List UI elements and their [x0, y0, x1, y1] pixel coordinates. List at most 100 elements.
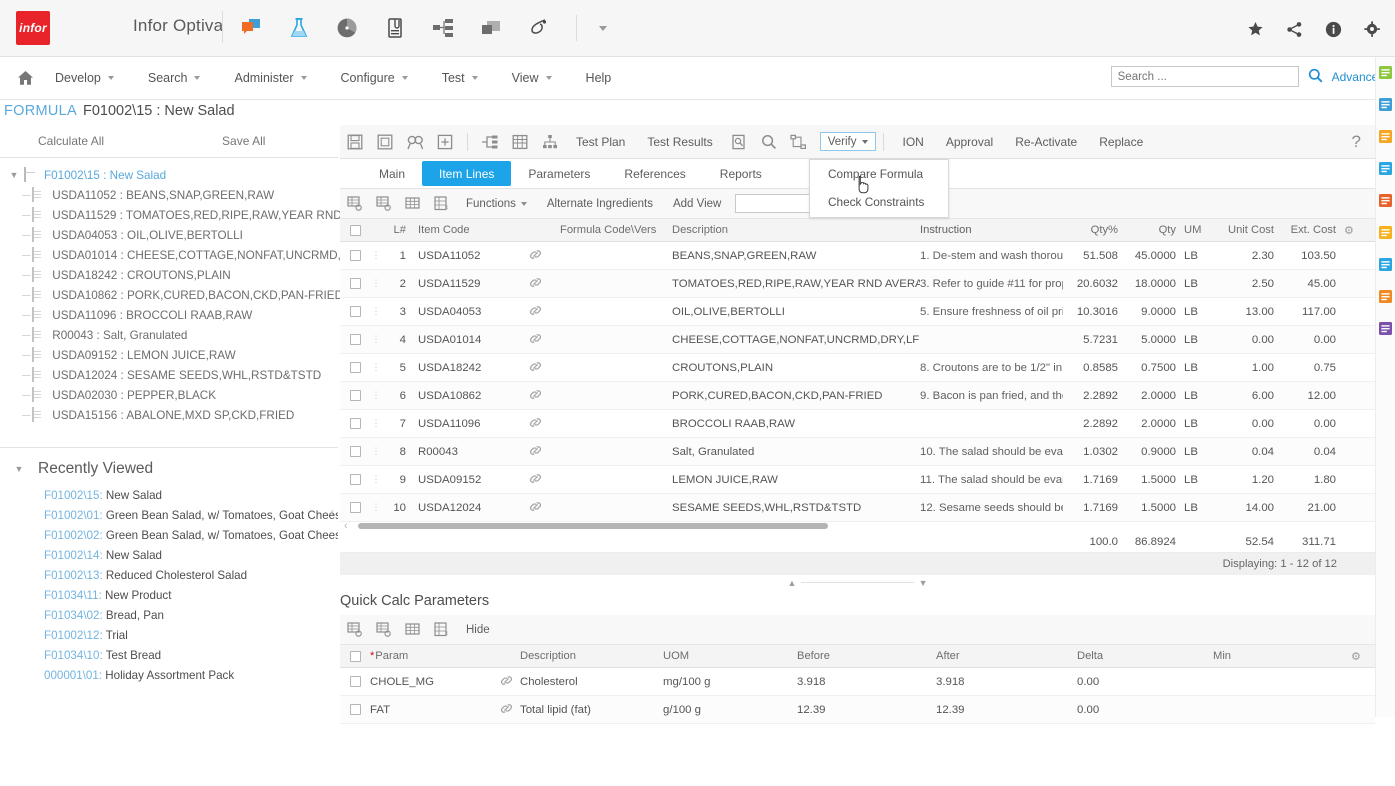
link-icon[interactable] [510, 444, 560, 460]
table-row[interactable]: ⋮ 5 USDA18242 CROUTONS,PLAIN 8. Croutons are… [340, 354, 1375, 382]
save-as-icon[interactable] [370, 125, 400, 159]
tree-item[interactable]: ─ USDA09152 : LEMON JUICE,RAW [0, 345, 338, 365]
select-all-checkbox[interactable] [349, 224, 361, 236]
row-menu-icon[interactable]: ⋮ [370, 362, 382, 373]
test-results-button[interactable]: Test Results [636, 125, 723, 159]
row-menu-icon[interactable]: ⋮ [370, 306, 382, 317]
search-icon[interactable] [754, 125, 784, 159]
recently-viewed-header[interactable]: ▼ Recently Viewed [0, 447, 338, 489]
notes-icon[interactable] [1378, 161, 1393, 176]
row-checkbox-cell[interactable] [340, 418, 370, 429]
row-checkbox[interactable] [349, 446, 361, 457]
qc-column-header-delta[interactable]: Delta [1077, 650, 1213, 662]
row-checkbox-cell[interactable] [340, 278, 370, 289]
tree-item[interactable]: ─ USDA01014 : CHEESE,COTTAGE,NONFAT,UNCRM… [0, 245, 349, 265]
add-param-icon[interactable] [340, 615, 369, 645]
table-row[interactable]: ⋮ 6 USDA10862 PORK,CURED,BACON,CKD,PAN-FRIE… [340, 382, 1375, 410]
link-icon[interactable] [510, 276, 560, 292]
column-header-unit-cost[interactable]: Unit Cost [1212, 224, 1274, 236]
column-header-item-code[interactable]: Item Code [412, 224, 510, 236]
menu-item-search[interactable]: Search [131, 57, 218, 100]
infor-logo[interactable]: infor [16, 11, 50, 45]
recently-viewed-item[interactable]: F01002\15: New Salad [44, 489, 338, 509]
messages-icon[interactable] [238, 15, 264, 41]
home-icon[interactable] [12, 70, 38, 86]
new-version-icon[interactable] [430, 125, 460, 159]
link-icon[interactable] [510, 332, 560, 348]
tree-item[interactable]: ─ USDA12024 : SESAME SEEDS,WHL,RSTD&TSTD [0, 365, 338, 385]
row-checkbox[interactable] [349, 418, 361, 429]
panel-splitter[interactable]: ▲ ▼ [340, 575, 1375, 591]
row-checkbox-cell[interactable] [340, 306, 370, 317]
help-icon[interactable]: ? [1352, 132, 1361, 152]
add-row-icon[interactable] [340, 189, 369, 219]
menu-item-test[interactable]: Test [425, 57, 495, 100]
chevron-up-icon[interactable]: ▲ [788, 578, 797, 588]
row-checkbox-cell[interactable] [340, 502, 370, 513]
link-icon[interactable] [510, 248, 560, 264]
splitter-handle[interactable]: ▲ ▼ [788, 577, 928, 588]
delete-param-icon[interactable] [398, 615, 427, 645]
column-header-qty-percent[interactable]: Qty% [1063, 224, 1118, 236]
column-header-line-number[interactable]: L# [382, 224, 412, 236]
row-checkbox-cell[interactable] [340, 362, 370, 373]
row-menu-icon[interactable]: ⋮ [370, 418, 382, 429]
table-row[interactable]: ⋮ 1 USDA11052 BEANS,SNAP,GREEN,RAW 1. De-ste… [340, 242, 1375, 270]
row-checkbox[interactable] [349, 250, 361, 261]
replace-button[interactable]: Replace [1088, 125, 1154, 159]
recently-viewed-item[interactable]: F01002\13: Reduced Cholesterol Salad [44, 569, 338, 589]
qc-column-header-param[interactable]: *Param [370, 650, 492, 662]
column-header-instruction[interactable]: Instruction [920, 224, 1063, 236]
qc-settings-icon[interactable]: ⚙ [1343, 650, 1369, 663]
library-icon[interactable] [1378, 65, 1393, 80]
info-icon[interactable] [1324, 20, 1342, 38]
row-menu-icon[interactable]: ⋮ [370, 474, 382, 485]
row-menu-icon[interactable]: ⋮ [370, 446, 382, 457]
row-menu-icon[interactable]: ⋮ [370, 502, 382, 513]
menu-item-help[interactable]: Help [569, 57, 629, 100]
test-plan-button[interactable]: Test Plan [565, 125, 636, 159]
calculate-all-button[interactable]: Calculate All [38, 134, 104, 148]
menu-item-develop[interactable]: Develop [38, 57, 131, 100]
workflow-icon[interactable] [784, 125, 814, 159]
row-checkbox-cell[interactable] [340, 334, 370, 345]
favorite-icon[interactable] [1378, 225, 1393, 240]
quick-calc-row[interactable]: FAT Total lipid (fat) g/100 g 12.39 12.39 0.0… [340, 696, 1375, 724]
structure-icon[interactable] [535, 125, 565, 159]
row-checkbox[interactable] [349, 306, 361, 317]
recently-viewed-item[interactable]: F01002\12: Trial [44, 629, 338, 649]
recently-viewed-item[interactable]: F01034\11: New Product [44, 589, 338, 609]
row-menu-icon[interactable]: ⋮ [370, 334, 382, 345]
signature-icon[interactable] [526, 15, 552, 41]
table-row[interactable]: ⋮ 2 USDA11529 TOMATOES,RED,RIPE,RAW,YEAR RN… [340, 270, 1375, 298]
qc-select-all-cell[interactable] [340, 650, 370, 662]
tab-main[interactable]: Main [362, 161, 422, 186]
chevron-down-icon[interactable]: ▼ [0, 464, 38, 474]
flask-icon[interactable] [286, 15, 312, 41]
calc-param-icon[interactable]: x [427, 615, 456, 645]
recently-viewed-item[interactable]: F01034\10: Test Bread [44, 649, 338, 669]
approval-button[interactable]: Approval [935, 125, 1004, 159]
menu-item-configure[interactable]: Configure [324, 57, 425, 100]
link-icon[interactable] [510, 500, 560, 516]
row-checkbox[interactable] [349, 278, 361, 289]
table-row[interactable]: ⋮ 3 USDA04053 OIL,OLIVE,BERTOLLI 5. Ensure f… [340, 298, 1375, 326]
recently-viewed-item[interactable]: F01002\02: Green Bean Salad, w/ Tomatoes… [44, 529, 338, 549]
quick-calc-row[interactable]: CHOLE_MG Cholesterol mg/100 g 3.918 3.918 0.0… [340, 668, 1375, 696]
panel-collapse-left-icon[interactable]: ‹ [330, 505, 334, 519]
menu-item-administer[interactable]: Administer [217, 57, 323, 100]
hide-button[interactable]: Hide [456, 624, 500, 636]
alternate-ingredients-button[interactable]: Alternate Ingredients [537, 198, 663, 210]
select-all-checkbox-cell[interactable] [340, 224, 370, 236]
table-row[interactable]: ⋮ 9 USDA09152 LEMON JUICE,RAW 11. The salad … [340, 466, 1375, 494]
row-checkbox-cell[interactable] [340, 446, 370, 457]
link-icon[interactable] [510, 304, 560, 320]
row-checkbox[interactable] [349, 502, 361, 513]
tab-reports[interactable]: Reports [703, 161, 779, 186]
chevron-down-icon[interactable] [599, 25, 607, 31]
link-icon[interactable] [492, 674, 520, 690]
column-header-formula-code[interactable]: Formula Code\Vers [560, 224, 672, 236]
row-checkbox[interactable] [349, 390, 361, 401]
location-icon[interactable] [1378, 257, 1393, 272]
qc-row-checkbox[interactable] [349, 676, 361, 687]
